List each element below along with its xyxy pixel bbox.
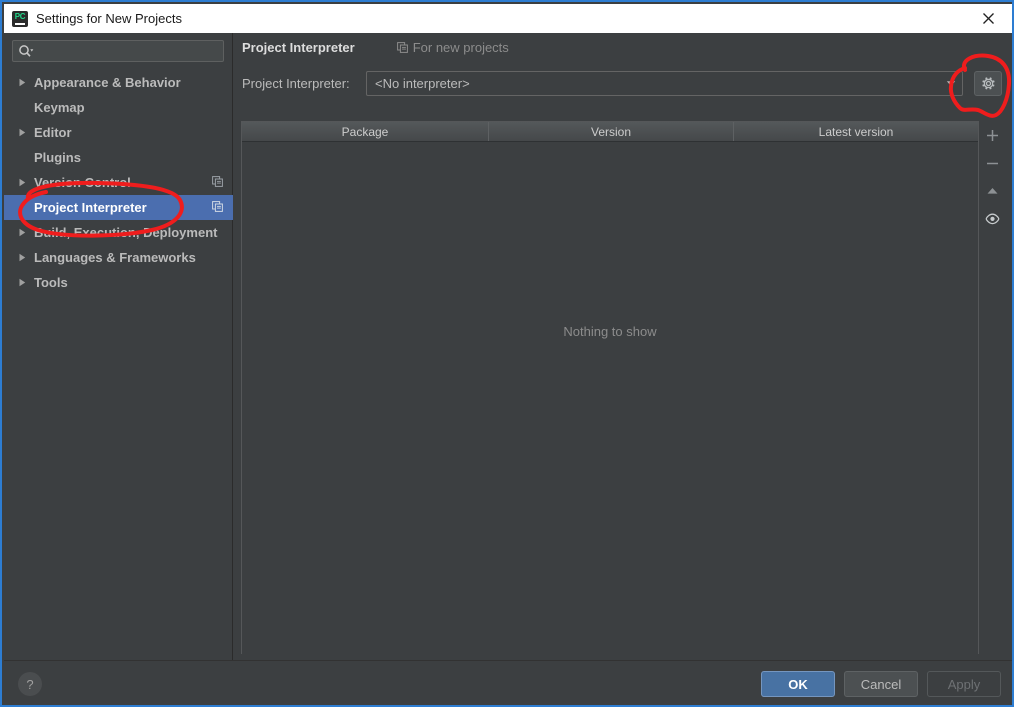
search-icon [19,45,34,57]
expand-arrow-icon[interactable] [18,78,34,87]
sidebar-item-label: Languages & Frameworks [34,250,196,265]
sidebar-item-build-execution-deployment[interactable]: Build, Execution, Deployment [4,220,233,245]
eye-icon [985,213,999,225]
upgrade-package-button[interactable] [979,177,1005,205]
settings-dialog-window: PC Settings for New Projects Appearance … [0,0,1014,707]
sidebar-item-label: Version Control [34,175,131,190]
sidebar-item-label: Editor [34,125,72,140]
title-bar: PC Settings for New Projects [4,4,1012,33]
close-icon[interactable] [968,4,1008,33]
sidebar-item-label: Plugins [34,150,81,165]
packages-table: Package Version Latest version Nothing t… [241,121,979,654]
cancel-button[interactable]: Cancel [844,671,918,697]
install-package-button[interactable] [979,121,1005,149]
sidebar-item-label: Tools [34,275,68,290]
column-header-latest-version[interactable]: Latest version [734,122,978,141]
settings-sidebar: Appearance & Behavior Keymap Editor Plug… [4,33,233,660]
arrow-up-icon [987,188,997,194]
expand-arrow-icon[interactable] [18,128,34,137]
sidebar-item-keymap[interactable]: Keymap [4,95,233,120]
settings-category-list: Appearance & Behavior Keymap Editor Plug… [4,70,233,295]
sidebar-item-label: Keymap [34,100,85,115]
expand-arrow-icon[interactable] [18,178,34,187]
sidebar-item-version-control[interactable]: Version Control [4,170,233,195]
sidebar-item-languages-frameworks[interactable]: Languages & Frameworks [4,245,233,270]
interpreter-row: Project Interpreter: <No interpreter> [242,71,1004,99]
interpreter-settings-button[interactable] [974,71,1002,96]
dialog-button-group: OK Cancel Apply [761,671,1001,697]
show-early-releases-button[interactable] [979,205,1005,233]
sidebar-item-label: Build, Execution, Deployment [34,225,218,240]
scope-badge[interactable]: For new projects [396,40,509,55]
column-header-version[interactable]: Version [489,122,734,141]
pycharm-icon: PC [12,10,28,27]
interpreter-select[interactable]: <No interpreter> [366,71,963,96]
chevron-down-icon[interactable] [940,80,962,87]
empty-state-message: Nothing to show [563,324,657,339]
copy-icon [396,42,408,53]
help-button[interactable]: ? [18,672,42,696]
column-header-package[interactable]: Package [242,122,489,141]
ok-button[interactable]: OK [761,671,835,697]
pycharm-icon-text: PC [14,11,26,21]
sidebar-item-label: Project Interpreter [34,200,147,215]
sidebar-item-label: Appearance & Behavior [34,75,181,90]
sidebar-item-project-interpreter[interactable]: Project Interpreter [4,195,233,220]
sidebar-item-editor[interactable]: Editor [4,120,233,145]
dialog-footer: ? OK Cancel Apply [4,660,1012,705]
expand-arrow-icon[interactable] [18,278,34,287]
packages-table-header: Package Version Latest version [242,122,978,142]
copy-icon[interactable] [212,199,223,217]
copy-icon[interactable] [212,174,223,192]
uninstall-package-button[interactable] [979,149,1005,177]
search-input[interactable] [12,40,224,62]
apply-button: Apply [927,671,1001,697]
packages-table-body: Nothing to show [242,142,978,654]
pycharm-icon-underline [15,22,25,25]
close-glyph [982,13,994,24]
expand-arrow-icon[interactable] [18,253,34,262]
page-title: Project Interpreter [242,40,355,55]
interpreter-selected-value: <No interpreter> [375,76,470,91]
window-title: Settings for New Projects [36,11,182,26]
minus-icon [986,162,998,164]
interpreter-label: Project Interpreter: [242,76,350,91]
sidebar-item-appearance-behavior[interactable]: Appearance & Behavior [4,70,233,95]
sidebar-item-plugins[interactable]: Plugins [4,145,233,170]
gear-icon [981,77,995,90]
scope-label: For new projects [412,40,509,55]
expand-arrow-icon[interactable] [18,228,34,237]
sidebar-item-tools[interactable]: Tools [4,270,233,295]
plus-icon [986,129,998,141]
content-header: Project Interpreter For new projects [242,40,509,55]
settings-content-panel: Project Interpreter For new projects Pro… [233,33,1012,660]
packages-toolbar [979,121,1005,241]
